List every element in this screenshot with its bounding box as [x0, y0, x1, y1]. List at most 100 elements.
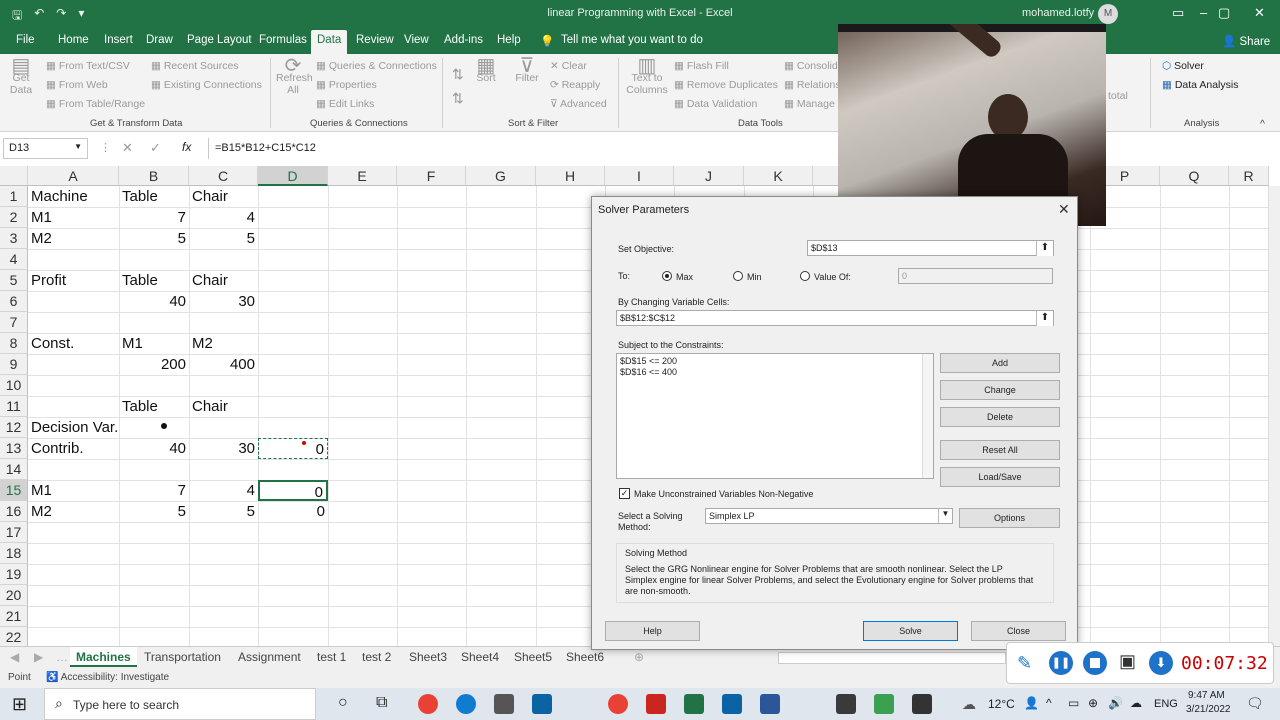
from-web-button[interactable]: ▦ From Web: [46, 79, 108, 91]
avatar[interactable]: M: [1098, 4, 1118, 24]
stop-icon[interactable]: [1083, 651, 1107, 675]
options-button[interactable]: Options: [959, 508, 1060, 528]
column-header[interactable]: R: [1229, 166, 1269, 186]
people-icon[interactable]: 👤: [1024, 696, 1039, 710]
chevron-down-icon[interactable]: ▼: [74, 142, 82, 151]
row-header[interactable]: 3: [0, 228, 28, 249]
row-header[interactable]: 5: [0, 270, 28, 291]
tab-add-ins[interactable]: Add-ins: [444, 34, 483, 46]
filter-button[interactable]: ⊽ Filter: [512, 56, 542, 84]
nonneg-checkbox[interactable]: ✓: [619, 488, 630, 499]
column-header[interactable]: G: [466, 166, 536, 186]
select-all-corner[interactable]: [0, 166, 28, 186]
column-header[interactable]: E: [328, 166, 397, 186]
next-sheet-icon[interactable]: ▶: [34, 650, 43, 664]
column-header[interactable]: C: [189, 166, 258, 186]
clear-button[interactable]: ✕ Clear: [550, 60, 587, 72]
word-icon[interactable]: [760, 694, 780, 714]
ribbon-display-icon[interactable]: ▭: [1172, 5, 1184, 21]
row-header[interactable]: 18: [0, 543, 28, 564]
text-to-columns-button[interactable]: ▥ Text to Columns: [626, 56, 668, 96]
cell-A16[interactable]: M2: [28, 501, 119, 522]
tab-insert[interactable]: Insert: [104, 34, 133, 46]
cell-B13[interactable]: 40: [119, 438, 189, 459]
battery-icon[interactable]: ▭: [1068, 696, 1079, 710]
range-select-icon[interactable]: ⬆: [1036, 241, 1053, 256]
min-radio[interactable]: [733, 271, 743, 281]
constraints-list[interactable]: $D$15 <= 200 $D$16 <= 400: [616, 353, 934, 479]
cell-D13[interactable]: 0: [258, 438, 328, 459]
row-header[interactable]: 2: [0, 207, 28, 228]
close-button[interactable]: Close: [971, 621, 1066, 641]
row-header[interactable]: 12: [0, 417, 28, 438]
row-header[interactable]: 14: [0, 459, 28, 480]
change-button[interactable]: Change: [940, 380, 1060, 400]
column-header[interactable]: K: [744, 166, 813, 186]
user-name[interactable]: mohamed.lotfy: [1022, 7, 1094, 19]
cell-B6[interactable]: 40: [119, 291, 189, 312]
cell-B15[interactable]: 7: [119, 480, 189, 501]
cell-C9[interactable]: 400: [189, 354, 258, 375]
chevron-down-icon[interactable]: ▼: [938, 509, 952, 523]
column-header-selected[interactable]: D: [258, 166, 328, 186]
cortana-icon[interactable]: ○: [338, 694, 348, 712]
data-validation-button[interactable]: ▦ Data Validation: [674, 98, 757, 110]
cell-A15[interactable]: M1: [28, 480, 119, 501]
sheet-tab-test-2[interactable]: test 2: [362, 650, 391, 664]
constraint-item[interactable]: $D$15 <= 200: [620, 356, 677, 366]
onedrive-icon[interactable]: ☁: [1130, 696, 1142, 710]
row-header[interactable]: 21: [0, 606, 28, 627]
set-objective-input[interactable]: $D$13: [807, 240, 1054, 256]
tab-formulas[interactable]: Formulas: [259, 34, 307, 46]
chrome-icon[interactable]: [608, 694, 628, 714]
delete-button[interactable]: Delete: [940, 407, 1060, 427]
language-indicator[interactable]: ENG: [1154, 698, 1178, 710]
cell-C6[interactable]: 30: [189, 291, 258, 312]
tab-review[interactable]: Review: [356, 34, 394, 46]
get-data-button[interactable]: ▤ Get Data: [8, 56, 34, 96]
windows-start-icon[interactable]: ⊞: [12, 694, 27, 715]
column-header[interactable]: B: [119, 166, 189, 186]
edge-icon[interactable]: [456, 694, 476, 714]
constraint-item[interactable]: $D$16 <= 400: [620, 367, 677, 377]
excel-icon[interactable]: [684, 694, 704, 714]
network-icon[interactable]: ⊕: [1088, 696, 1098, 710]
cell-C13[interactable]: 30: [189, 438, 258, 459]
close-window-icon[interactable]: ✕: [1254, 5, 1265, 21]
formula-input[interactable]: =B15*B12+C15*C12: [208, 138, 1276, 159]
notifications-icon[interactable]: 🗨: [1246, 695, 1264, 712]
edit-links-button[interactable]: ▦ Edit Links: [316, 98, 374, 110]
collapse-ribbon-icon[interactable]: ^: [1260, 118, 1265, 130]
cell-B2[interactable]: 7: [119, 207, 189, 228]
existing-connections-button[interactable]: ▦ Existing Connections: [151, 79, 262, 91]
cell-A3[interactable]: M2: [28, 228, 119, 249]
cell-C15[interactable]: 4: [189, 480, 258, 501]
column-header[interactable]: F: [397, 166, 466, 186]
row-header[interactable]: 10: [0, 375, 28, 396]
constraints-scrollbar[interactable]: [922, 354, 933, 478]
outlook-icon[interactable]: [722, 694, 742, 714]
cell-A1[interactable]: Machine: [28, 186, 119, 207]
row-header[interactable]: 8: [0, 333, 28, 354]
load-save-button[interactable]: Load/Save: [940, 467, 1060, 487]
cell-B8[interactable]: M1: [119, 333, 189, 354]
cell-C8[interactable]: M2: [189, 333, 258, 354]
solve-button[interactable]: Solve: [863, 621, 958, 641]
max-radio[interactable]: [662, 271, 672, 281]
manage-button[interactable]: ▦ Manage: [784, 98, 835, 110]
properties-button[interactable]: ▦ Properties: [316, 79, 377, 91]
maximize-icon[interactable]: ▢: [1218, 5, 1230, 21]
column-header[interactable]: J: [674, 166, 744, 186]
temperature[interactable]: 12°C: [988, 697, 1015, 711]
refresh-all-button[interactable]: ⟳ Refresh All: [276, 56, 313, 96]
recent-sources-button[interactable]: ▦ Recent Sources: [151, 60, 239, 72]
mail-icon[interactable]: [532, 694, 552, 714]
changing-cells-input[interactable]: $B$12:$C$12: [616, 310, 1054, 326]
add-button[interactable]: Add: [940, 353, 1060, 373]
row-header[interactable]: 1: [0, 186, 28, 207]
row-header-selected[interactable]: 15: [0, 480, 28, 501]
relationships-button[interactable]: ▦ Relations: [784, 79, 841, 91]
add-sheet-icon[interactable]: ⊕: [634, 650, 644, 664]
remove-duplicates-button[interactable]: ▦ Remove Duplicates: [674, 79, 778, 91]
tab-page-layout[interactable]: Page Layout: [187, 34, 252, 46]
